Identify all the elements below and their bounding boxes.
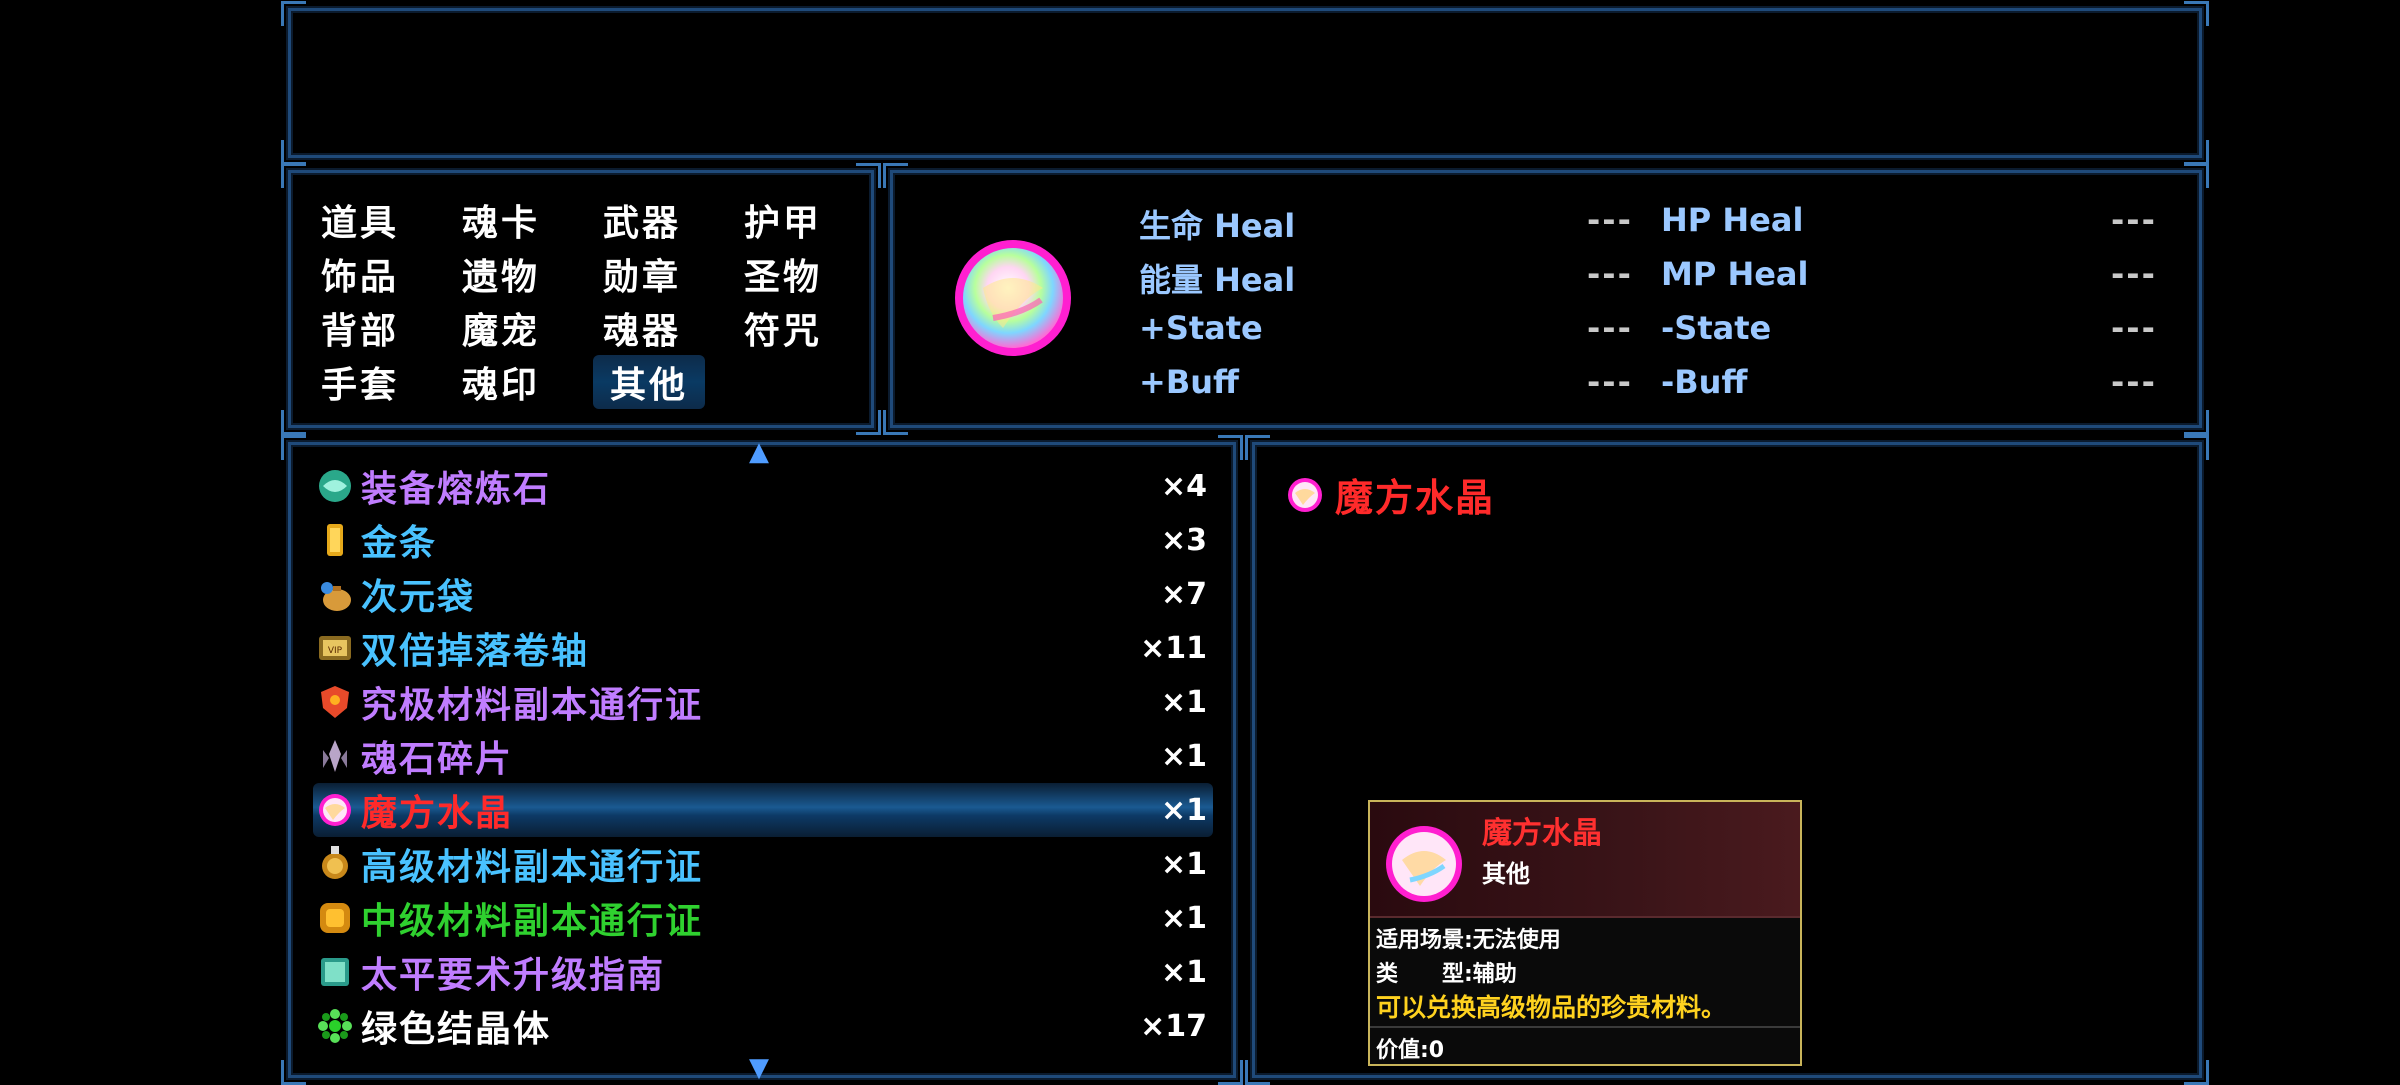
coin-icon bbox=[313, 896, 357, 940]
item-name: 究极材料副本通行证 bbox=[361, 685, 704, 726]
item-quantity: ×1 bbox=[1160, 900, 1207, 936]
item-row[interactable]: 太平要术升级指南 ×1 bbox=[313, 945, 1213, 999]
item-row[interactable]: VIP 双倍掉落卷轴 ×11 bbox=[313, 621, 1213, 675]
category-tab[interactable]: 护甲 bbox=[740, 193, 881, 247]
book-icon bbox=[313, 950, 357, 994]
top-message-panel bbox=[281, 1, 2209, 165]
item-quantity: ×17 bbox=[1140, 1008, 1207, 1044]
item-quantity: ×1 bbox=[1160, 684, 1207, 720]
item-quantity: ×3 bbox=[1160, 522, 1207, 558]
item-name: 装备熔炼石 bbox=[361, 469, 552, 510]
item-row[interactable]: 装备熔炼石 ×4 bbox=[313, 459, 1213, 513]
item-quantity: ×1 bbox=[1160, 846, 1207, 882]
add-buff-value: --- bbox=[1587, 363, 1633, 401]
category-tab[interactable]: 遗物 bbox=[458, 247, 599, 301]
category-tab[interactable]: 魂卡 bbox=[458, 193, 599, 247]
mp-heal-value: --- bbox=[2111, 255, 2157, 293]
item-name: 中级材料副本通行证 bbox=[361, 901, 704, 942]
tooltip-description: 可以兑换高级物品的珍贵材料。 bbox=[1376, 993, 1727, 1022]
category-tab[interactable]: 饰品 bbox=[317, 247, 458, 301]
mp-heal-cn-label: 能量 Heal bbox=[1139, 261, 1296, 299]
category-tab[interactable]: 武器 bbox=[599, 193, 740, 247]
mp-heal-cn-value: --- bbox=[1587, 255, 1633, 293]
item-row[interactable]: 魂石碎片 ×1 bbox=[313, 729, 1213, 783]
item-quantity: ×1 bbox=[1160, 954, 1207, 990]
item-list-panel: ▲ 装备熔炼石 ×4 金条 ×3 次元袋 ×7 VIP 双倍掉落卷轴 ×11 究极材料副本通行证 ×… bbox=[281, 435, 1243, 1085]
tooltip-category: 类 型:辅助 bbox=[1376, 962, 1517, 987]
item-quantity: ×4 bbox=[1160, 468, 1207, 504]
detail-item-name: 魔方水晶 bbox=[1335, 476, 1496, 520]
tooltip-footer: 价值:0 bbox=[1370, 1026, 1800, 1064]
rainbow-gem-icon bbox=[1288, 477, 1322, 512]
shield-badge-icon bbox=[313, 680, 357, 724]
item-name: 次元袋 bbox=[361, 577, 476, 618]
tooltip-header: 魔方水晶 其他 bbox=[1370, 802, 1800, 918]
crystal-shard-icon bbox=[313, 734, 357, 778]
hp-heal-cn-label: 生命 Heal bbox=[1139, 207, 1296, 245]
scroll-down-arrow-icon[interactable]: ▼ bbox=[749, 1053, 769, 1083]
bag-icon bbox=[313, 572, 357, 616]
item-name: 魂石碎片 bbox=[361, 739, 514, 780]
scroll-icon: VIP bbox=[313, 626, 357, 670]
item-row[interactable]: 绿色结晶体 ×17 bbox=[313, 999, 1213, 1053]
sub-state-label: -State bbox=[1661, 309, 1772, 347]
add-state-value: --- bbox=[1587, 309, 1633, 347]
item-name: 太平要术升级指南 bbox=[361, 955, 666, 996]
sub-state-value: --- bbox=[2111, 309, 2157, 347]
category-grid: 道具 魂卡 武器 护甲饰品 遗物 勋章 圣物背部 魔宠 魂器 符咒手套 魂印 其他 bbox=[317, 193, 881, 409]
item-row[interactable]: 魔方水晶 ×1 bbox=[313, 783, 1213, 837]
sub-buff-label: -Buff bbox=[1661, 363, 1748, 401]
gold-bar-icon bbox=[313, 518, 357, 562]
mp-heal-label: MP Heal bbox=[1661, 255, 1809, 293]
category-tab[interactable]: 魂印 bbox=[458, 355, 599, 409]
category-tab[interactable]: 其他 bbox=[593, 355, 705, 409]
rainbow-gem-icon bbox=[313, 788, 357, 832]
category-panel: 道具 魂卡 武器 护甲饰品 遗物 勋章 圣物背部 魔宠 魂器 符咒手套 魂印 其他 bbox=[281, 163, 881, 435]
category-tab[interactable]: 圣物 bbox=[740, 247, 881, 301]
tooltip-item-type: 其他 bbox=[1482, 860, 1530, 888]
add-state-label: +State bbox=[1139, 309, 1263, 347]
item-row[interactable]: 高级材料副本通行证 ×1 bbox=[313, 837, 1213, 891]
svg-text:VIP: VIP bbox=[328, 646, 343, 656]
item-tooltip: 魔方水晶 其他 适用场景:无法使用 类 型:辅助 可以兑换高级物品的珍贵材料。 … bbox=[1368, 800, 1802, 1066]
item-name: 绿色结晶体 bbox=[361, 1009, 552, 1050]
item-quantity: ×11 bbox=[1140, 630, 1207, 666]
tooltip-usage: 适用场景:无法使用 bbox=[1376, 928, 1561, 953]
detail-title: 魔方水晶 bbox=[1287, 467, 1495, 522]
category-tab[interactable]: 手套 bbox=[317, 355, 458, 409]
rainbow-gem-icon bbox=[955, 240, 1071, 356]
green-orb-icon bbox=[313, 464, 357, 508]
category-tab[interactable]: 背部 bbox=[317, 301, 458, 355]
item-quantity: ×1 bbox=[1160, 738, 1207, 774]
tooltip-value: 价值:0 bbox=[1376, 1038, 1445, 1063]
sub-buff-value: --- bbox=[2111, 363, 2157, 401]
add-buff-label: +Buff bbox=[1139, 363, 1239, 401]
hp-heal-value: --- bbox=[2111, 201, 2157, 239]
item-name: 高级材料副本通行证 bbox=[361, 847, 704, 888]
item-row[interactable]: 次元袋 ×7 bbox=[313, 567, 1213, 621]
item-row[interactable]: 究极材料副本通行证 ×1 bbox=[313, 675, 1213, 729]
category-tab[interactable]: 道具 bbox=[317, 193, 458, 247]
tooltip-item-name: 魔方水晶 bbox=[1482, 816, 1602, 851]
item-name: 双倍掉落卷轴 bbox=[361, 631, 590, 672]
stats-panel: 生命 Heal 能量 Heal +State +Buff --- --- ---… bbox=[883, 163, 2209, 435]
category-tab[interactable]: 勋章 bbox=[599, 247, 740, 301]
category-tab[interactable]: 魔宠 bbox=[458, 301, 599, 355]
hp-heal-label: HP Heal bbox=[1661, 201, 1804, 239]
hp-heal-cn-value: --- bbox=[1587, 201, 1633, 239]
item-name: 金条 bbox=[361, 523, 438, 564]
green-crystal-icon bbox=[313, 1004, 357, 1048]
item-row[interactable]: 中级材料副本通行证 ×1 bbox=[313, 891, 1213, 945]
item-name: 魔方水晶 bbox=[361, 793, 514, 834]
item-row[interactable]: 金条 ×3 bbox=[313, 513, 1213, 567]
rainbow-gem-icon bbox=[1386, 826, 1462, 902]
medal-icon bbox=[313, 842, 357, 886]
item-quantity: ×7 bbox=[1160, 576, 1207, 612]
category-tab[interactable]: 魂器 bbox=[599, 301, 740, 355]
item-quantity: ×1 bbox=[1160, 792, 1207, 828]
category-tab[interactable]: 符咒 bbox=[740, 301, 881, 355]
